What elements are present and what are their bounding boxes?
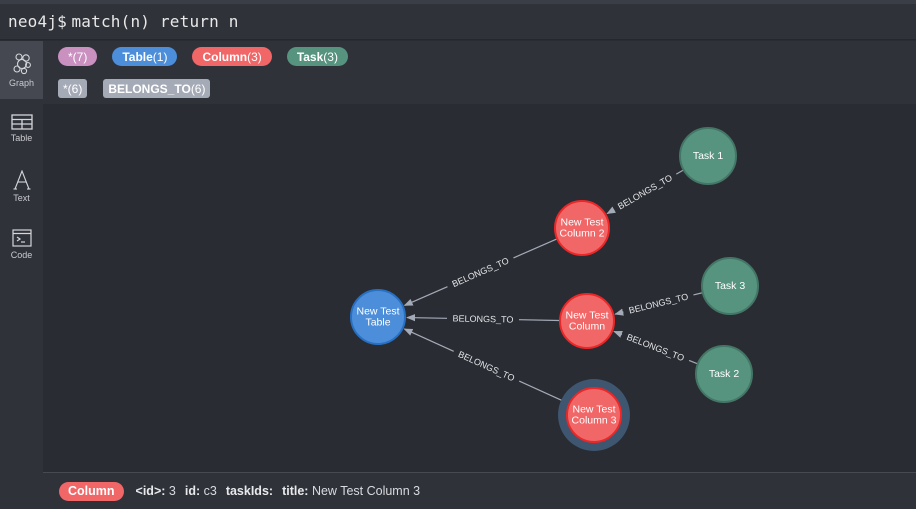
prop-taskids: taskIds: xyxy=(225,484,274,498)
graph-svg[interactable]: BELONGS_TO BELONGS_TO BELONGS_TO BELONGS_TO… xyxy=(0,0,916,509)
graph-node-col2[interactable]: New TestColumn 2 xyxy=(554,200,610,256)
edge-line xyxy=(693,292,702,296)
relationship-edge[interactable]: BELONGS_TO xyxy=(403,238,557,306)
node-caption: Column 3 xyxy=(572,415,617,427)
edge-line xyxy=(613,330,623,338)
relationship-edge[interactable]: BELONGS_TO xyxy=(614,291,702,316)
edge-line xyxy=(688,359,698,365)
relationship-edge[interactable]: BELONGS_TO xyxy=(403,328,569,404)
prop-internal-id: <id>: 3 xyxy=(135,484,176,498)
edge-label: BELONGS_TO xyxy=(616,173,674,212)
edge-label: BELONGS_TO xyxy=(457,349,517,383)
node-inspector: Column <id>: 3 id: c3 taskIds: title: Ne… xyxy=(43,472,916,509)
edge-line xyxy=(614,308,624,316)
edge-label: BELONGS_TO xyxy=(452,313,513,324)
graph-node-task1[interactable]: Task 1 xyxy=(679,127,737,185)
node-caption: Column xyxy=(569,321,605,333)
edge-line xyxy=(403,328,454,352)
relationship-edge[interactable]: BELONGS_TO xyxy=(613,330,698,365)
edge-line xyxy=(403,286,448,306)
graph-node-table[interactable]: New TestTable xyxy=(350,289,406,345)
prop-id: id: c3 xyxy=(184,484,217,498)
edge-label: BELONGS_TO xyxy=(451,256,511,290)
node-caption: Column 2 xyxy=(560,228,605,240)
edge-line xyxy=(513,238,557,259)
inspector-label-pill[interactable]: Column xyxy=(59,481,124,501)
relationship-edge[interactable]: BELONGS_TO xyxy=(606,169,684,215)
relationship-edge[interactable]: BELONGS_TO xyxy=(406,313,560,325)
prop-title: title: New Test Column 3 xyxy=(282,484,421,498)
graph-canvas[interactable]: BELONGS_TO BELONGS_TO BELONGS_TO BELONGS_TO… xyxy=(43,104,916,472)
edge-label: BELONGS_TO xyxy=(628,291,689,315)
node-caption: Table xyxy=(365,317,390,329)
node-caption: Task 3 xyxy=(715,280,746,292)
edge-line xyxy=(606,206,616,215)
edge-line xyxy=(675,169,684,175)
node-caption: Task 2 xyxy=(709,368,740,380)
graph-node-col3[interactable]: New TestColumn 3 xyxy=(558,379,630,451)
edge-line xyxy=(406,314,448,322)
graph-node-task3[interactable]: Task 3 xyxy=(701,257,759,315)
edge-line xyxy=(518,319,560,322)
edge-label: BELONGS_TO xyxy=(625,332,685,363)
edge-line xyxy=(518,380,569,404)
graph-node-col1[interactable]: New TestColumn xyxy=(559,293,615,349)
graph-node-task2[interactable]: Task 2 xyxy=(695,345,753,403)
node-caption: Task 1 xyxy=(693,150,724,162)
